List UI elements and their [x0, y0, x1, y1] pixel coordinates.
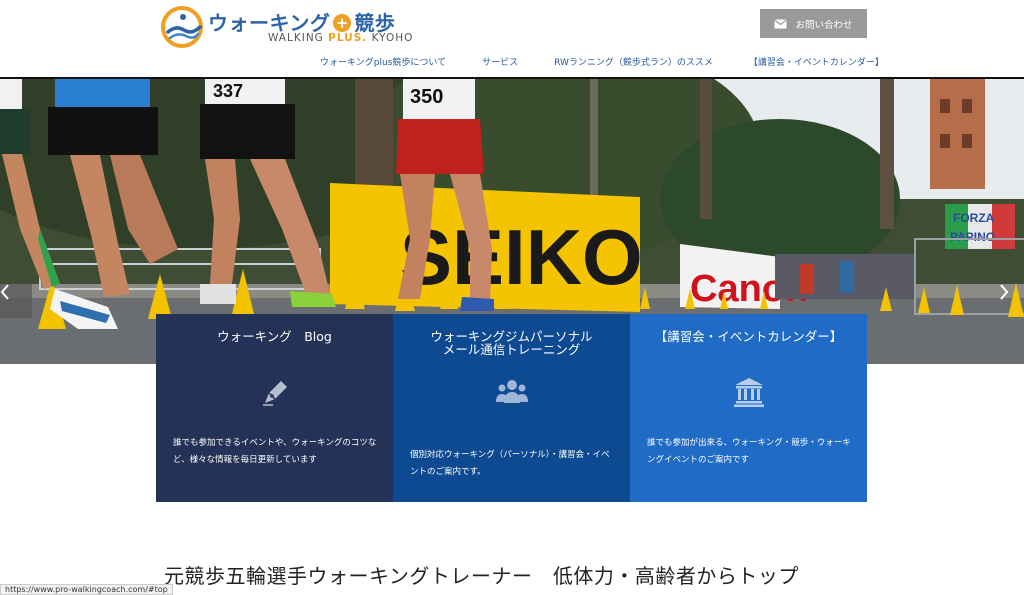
feature-title: ウォーキングジムパーソナル メール通信トレーニング	[430, 329, 593, 357]
status-bar-url: https://www.pro-walkingcoach.com/#top	[0, 584, 173, 595]
feature-description: 個別対応ウォーキング（パーソナル）・講習会・イベントのご案内です。	[410, 450, 610, 477]
contact-button-label: お問い合わせ	[795, 19, 853, 31]
feature-description: 誰でも参加できるイベントや、ウォーキングのコツなど、様々な情報を毎日更新していま…	[173, 438, 377, 465]
logo-subtitle-kyoho: KYOHO	[371, 32, 414, 44]
site-header: ウォーキング + 競歩 WALKING PLUS. KYOHO お問い合わせ ウォー…	[0, 0, 1024, 79]
hero-banner-seiko: SEIKO	[400, 213, 643, 301]
feature-box-personal-training[interactable]: ウォーキングジムパーソナル メール通信トレーニング 個別対応ウォーキング（パーソ…	[393, 314, 630, 502]
nav-item-about[interactable]: ウォーキングplus競歩について	[320, 55, 446, 69]
main-nav: ウォーキングplus競歩について サービス RWランニング（競歩式ラン）のススメ…	[320, 55, 884, 69]
logo-plus-badge: +	[333, 14, 352, 32]
chevron-right-icon	[1000, 284, 1009, 300]
feature-box-blog[interactable]: ウォーキング Blog 誰でも参加できるイベントや、ウォーキングのコツなど、様々…	[156, 314, 393, 502]
site-logo[interactable]: ウォーキング + 競歩 WALKING PLUS. KYOHO	[160, 5, 413, 49]
feature-title: ウォーキング Blog	[217, 329, 332, 344]
pen-icon	[262, 381, 287, 406]
institution-icon	[733, 378, 764, 407]
logo-mark-icon	[161, 6, 203, 48]
hero-bib-337: 337	[213, 81, 243, 101]
nav-item-services[interactable]: サービス	[482, 55, 518, 69]
page: ウォーキング + 競歩 WALKING PLUS. KYOHO お問い合わせ ウォー…	[0, 0, 1024, 595]
feature-icon-wrap	[630, 376, 867, 408]
feature-description: 誰でも参加が出来る、ウォーキング・競歩・ウォーキングイベントのご案内です	[647, 438, 851, 465]
hero-sign-line-1: FORZA	[953, 211, 995, 225]
hero-bib-350: 350	[410, 86, 443, 108]
feature-title: 【講習会・イベントカレンダー】	[654, 329, 843, 344]
nav-item-rw-running[interactable]: RWランニング（競歩式ラン）のススメ	[554, 55, 713, 69]
feature-icon-wrap	[393, 376, 630, 408]
chevron-left-icon	[0, 284, 9, 300]
feature-box-event-calendar[interactable]: 【講習会・イベントカレンダー】 誰でも参加が出来る、ウォーキング・競歩・ウォーキ…	[630, 314, 867, 502]
contact-button[interactable]: お問い合わせ	[760, 9, 867, 38]
hero-sign-line-2: PAPINO	[950, 230, 995, 244]
slider-next-button[interactable]	[999, 284, 1024, 318]
slider-prev-button[interactable]	[0, 284, 32, 318]
page-tagline: 元競歩五輪選手ウォーキングトレーナー 低体力・高齢者からトップ	[164, 564, 799, 588]
nav-item-event-calendar[interactable]: 【講習会・イベントカレンダー】	[749, 55, 884, 69]
mail-icon	[774, 18, 788, 28]
feature-boxes: ウォーキング Blog 誰でも参加できるイベントや、ウォーキングのコツなど、様々…	[156, 314, 867, 502]
people-icon	[495, 380, 528, 403]
feature-icon-wrap	[156, 376, 393, 408]
logo-subtitle: WALKING PLUS. KYOHO	[268, 32, 413, 44]
logo-subtitle-plus: PLUS.	[328, 32, 368, 44]
logo-subtitle-walking: WALKING	[268, 32, 324, 44]
